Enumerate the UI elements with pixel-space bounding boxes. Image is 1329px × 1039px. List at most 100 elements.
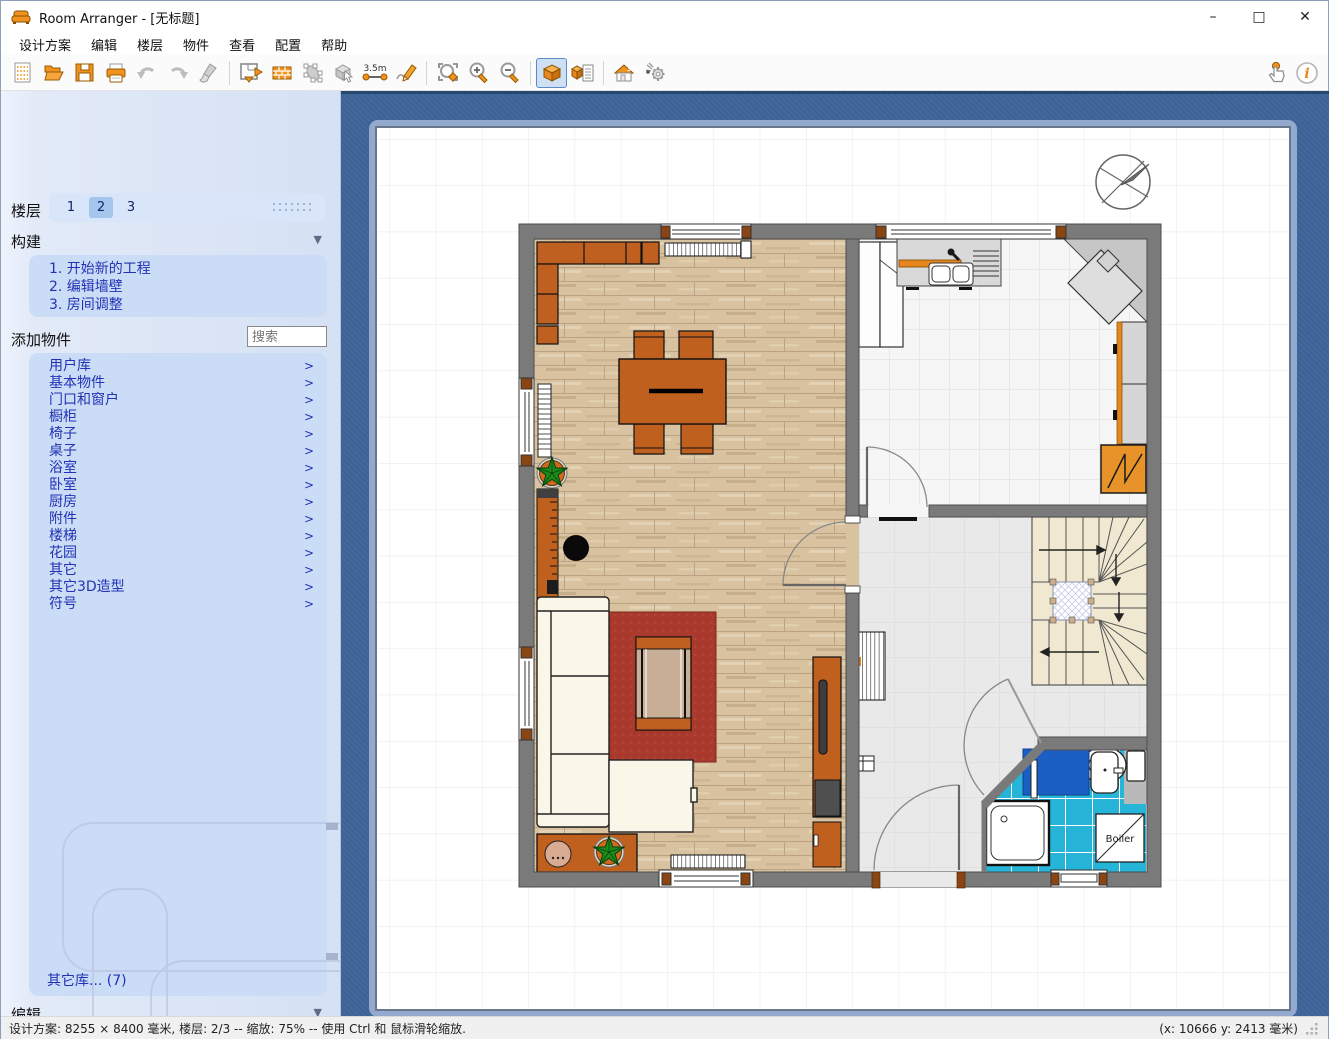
staircase[interactable] bbox=[1032, 517, 1147, 685]
wall-editor-button[interactable] bbox=[266, 58, 297, 88]
menu-help[interactable]: 帮助 bbox=[311, 33, 357, 56]
measure-button[interactable]: 3.5m bbox=[359, 58, 390, 88]
about-button[interactable]: i bbox=[1291, 58, 1322, 88]
radiator-bottom[interactable] bbox=[671, 855, 745, 868]
zoom-out-button[interactable] bbox=[494, 58, 525, 88]
category-tables[interactable]: 桌子> bbox=[29, 443, 327, 460]
svg-text:Boiler: Boiler bbox=[1106, 834, 1136, 845]
zoom-fit-button[interactable] bbox=[432, 58, 463, 88]
new-button[interactable] bbox=[7, 58, 38, 88]
category-other-3d[interactable]: 其它3D造型> bbox=[29, 579, 327, 596]
open-button[interactable] bbox=[38, 58, 69, 88]
zoom-in-button[interactable] bbox=[463, 58, 494, 88]
stool[interactable] bbox=[563, 535, 589, 561]
floor-button-1[interactable]: 1 bbox=[59, 197, 83, 218]
category-chairs[interactable]: 椅子> bbox=[29, 426, 327, 443]
menu-floors[interactable]: 楼层 bbox=[127, 33, 173, 56]
drying-rack[interactable] bbox=[538, 384, 551, 457]
build-collapse-icon[interactable]: ▼ bbox=[314, 233, 322, 246]
category-symbols[interactable]: 符号> bbox=[29, 596, 327, 613]
category-bedroom[interactable]: 卧室> bbox=[29, 477, 327, 494]
chevron-right-icon: > bbox=[304, 477, 314, 494]
walkthrough-button[interactable] bbox=[640, 58, 671, 88]
kitchen-right-units[interactable] bbox=[1113, 322, 1147, 444]
category-other[interactable]: 其它> bbox=[29, 562, 327, 579]
coffee-table[interactable] bbox=[636, 637, 691, 730]
edit-collapse-icon[interactable]: ▼ bbox=[314, 1006, 322, 1016]
walkthrough-spray-icon bbox=[643, 61, 669, 85]
towel-rail[interactable] bbox=[1031, 760, 1037, 798]
category-bathroom[interactable]: 浴室> bbox=[29, 460, 327, 477]
category-kitchen[interactable]: 厨房> bbox=[29, 494, 327, 511]
sidebar: 楼层 1 2 3 构建 ▼ 1. 开始新的工程 2. 编辑墙壁 3. 房间调整 … bbox=[1, 91, 341, 1016]
step-edit-walls-link[interactable]: 2. 编辑墙壁 bbox=[49, 278, 327, 296]
new-document-icon bbox=[11, 61, 35, 85]
print-button[interactable] bbox=[100, 58, 131, 88]
svg-text:3D: 3D bbox=[627, 66, 636, 73]
save-icon bbox=[73, 61, 97, 85]
boiler[interactable]: Boiler bbox=[1096, 814, 1144, 862]
undo-button[interactable] bbox=[131, 58, 162, 88]
floor-button-2[interactable]: 2 bbox=[89, 197, 113, 218]
menu-config[interactable]: 配置 bbox=[265, 33, 311, 56]
app-window: Room Arranger - [无标题] – □ ✕ 设计方案 编辑 楼层 物… bbox=[0, 0, 1329, 1039]
plan-editor-icon bbox=[238, 61, 264, 85]
category-stairs[interactable]: 楼梯> bbox=[29, 528, 327, 545]
close-button[interactable]: ✕ bbox=[1282, 1, 1328, 33]
other-libraries-link[interactable]: 其它库... (7) bbox=[47, 970, 127, 990]
search-input[interactable] bbox=[247, 326, 327, 347]
chevron-right-icon: > bbox=[304, 579, 314, 596]
toolbar-separator bbox=[603, 61, 604, 85]
radiator-top[interactable] bbox=[665, 241, 751, 258]
step-new-project-link[interactable]: 1. 开始新的工程 bbox=[49, 260, 327, 278]
floor-plan[interactable]: Boiler bbox=[341, 94, 1329, 1019]
category-cabinets[interactable]: 橱柜> bbox=[29, 409, 327, 426]
minimize-button[interactable]: – bbox=[1190, 1, 1236, 33]
object-list-button[interactable] bbox=[567, 58, 598, 88]
format-brush-button[interactable] bbox=[193, 58, 224, 88]
radiator-hallway[interactable] bbox=[859, 632, 885, 700]
kitchen-sink-counter[interactable] bbox=[897, 239, 1001, 290]
kitchen-tall-units[interactable] bbox=[859, 242, 903, 347]
category-accessories[interactable]: 附件> bbox=[29, 511, 327, 528]
resize-grip-icon[interactable] bbox=[1306, 1023, 1318, 1035]
svg-text:i: i bbox=[1304, 66, 1309, 82]
category-user-library[interactable]: 用户库> bbox=[29, 358, 327, 375]
step-adjust-rooms-link[interactable]: 3. 房间调整 bbox=[49, 296, 327, 314]
shower-tray[interactable] bbox=[986, 801, 1049, 865]
redo-button[interactable] bbox=[162, 58, 193, 88]
status-cursor-coords: (x: 10666 y: 2413 毫米) bbox=[1159, 1020, 1298, 1037]
category-basic-objects[interactable]: 基本物件> bbox=[29, 375, 327, 392]
kitchen-appliance[interactable] bbox=[1101, 445, 1146, 493]
toolbar-separator bbox=[530, 61, 531, 85]
menu-design[interactable]: 设计方案 bbox=[9, 33, 81, 56]
build-steps-panel: 1. 开始新的工程 2. 编辑墙壁 3. 房间调整 bbox=[29, 255, 327, 317]
maximize-button[interactable]: □ bbox=[1236, 1, 1282, 33]
washbasin[interactable] bbox=[1091, 752, 1123, 793]
draw-button[interactable] bbox=[390, 58, 421, 88]
category-doors-windows[interactable]: 门口和窗户> bbox=[29, 392, 327, 409]
menu-objects[interactable]: 物件 bbox=[173, 33, 219, 56]
select-objects-icon bbox=[301, 61, 325, 85]
floor-button-3[interactable]: 3 bbox=[119, 197, 143, 218]
touch-mode-button[interactable] bbox=[1260, 58, 1291, 88]
chevron-right-icon: > bbox=[304, 426, 314, 443]
object-3d-button[interactable] bbox=[328, 58, 359, 88]
build-section-title: 构建 bbox=[11, 231, 41, 252]
select-objects-button[interactable] bbox=[297, 58, 328, 88]
drawing-workspace[interactable]: Boiler bbox=[341, 91, 1329, 1016]
view-3d-objects-button[interactable] bbox=[536, 58, 567, 88]
floors-drag-handle[interactable] bbox=[271, 201, 311, 215]
window-top-living bbox=[661, 224, 751, 239]
menu-edit[interactable]: 编辑 bbox=[81, 33, 127, 56]
hall-shelf[interactable] bbox=[857, 756, 874, 771]
categories-panel: 用户库> 基本物件> 门口和窗户> 橱柜> 椅子> 桌子> 浴室> 卧室> 厨房… bbox=[29, 353, 327, 996]
house-3d-button[interactable]: 3D bbox=[609, 58, 640, 88]
window-top-kitchen bbox=[876, 224, 1066, 239]
tv-cabinet[interactable] bbox=[813, 657, 841, 867]
menu-view[interactable]: 查看 bbox=[219, 33, 265, 56]
plan-editor-button[interactable] bbox=[235, 58, 266, 88]
save-button[interactable] bbox=[69, 58, 100, 88]
category-garden[interactable]: 花园> bbox=[29, 545, 327, 562]
toolbar-separator bbox=[229, 61, 230, 85]
